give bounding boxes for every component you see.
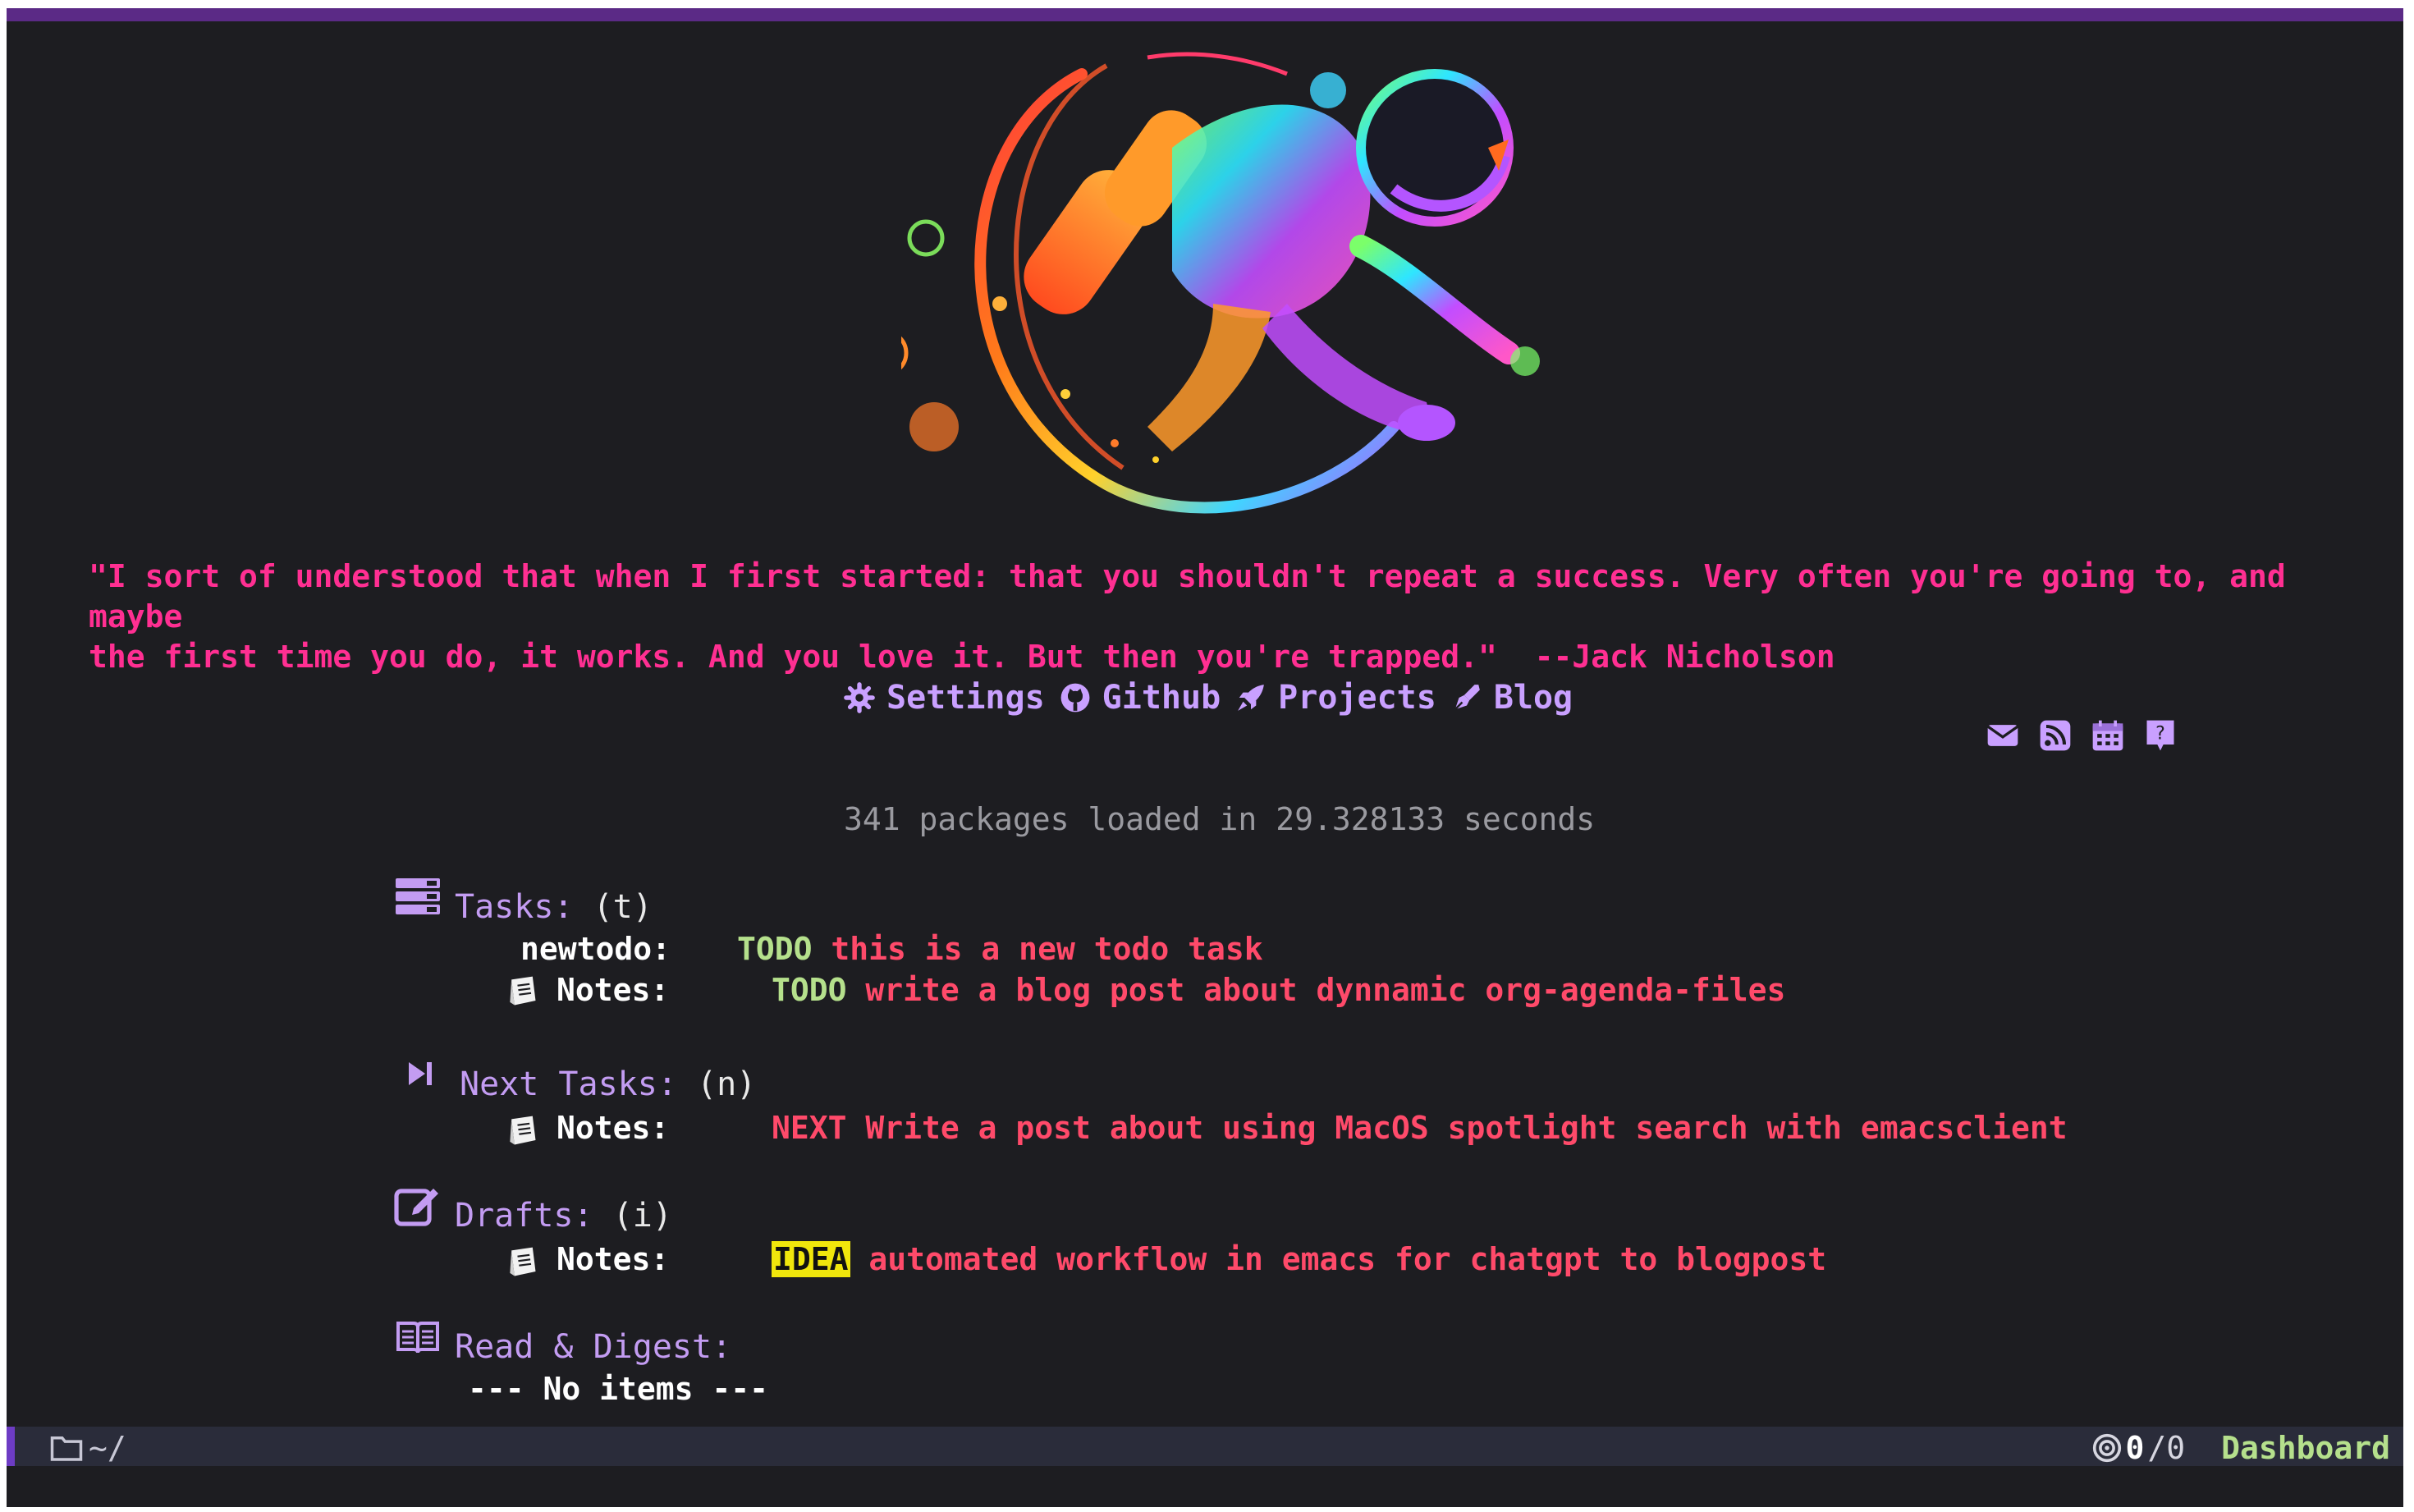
settings-link[interactable]: Settings xyxy=(844,679,1045,717)
edit-note-icon xyxy=(394,1189,438,1226)
notes-row-label: Notes: xyxy=(557,972,670,1008)
projects-label: Projects xyxy=(1278,679,1436,717)
spiral-icon xyxy=(2093,1433,2122,1463)
emacs-window: "I sort of understood that when I first … xyxy=(7,8,2403,1507)
agenda-item-text: this is a new todo task xyxy=(831,931,1263,967)
next-keyword: NEXT xyxy=(772,1110,847,1146)
calendar-icon[interactable] xyxy=(2090,717,2126,754)
astronaut-banner-image xyxy=(901,52,1540,514)
tasks-section-heading[interactable]: Tasks: (t) xyxy=(455,888,653,926)
read-digest-section-heading[interactable]: Read & Digest: xyxy=(455,1328,731,1366)
idea-keyword: IDEA xyxy=(772,1241,850,1277)
buffer-name[interactable]: Dashboard xyxy=(2221,1430,2390,1466)
task-row-label: newtodo: xyxy=(520,931,671,967)
notebook-icon xyxy=(510,1247,536,1276)
read-digest-title: Read & Digest: xyxy=(455,1328,732,1366)
gear-icon xyxy=(844,682,875,713)
agenda-item-text: write a blog post about dynnamic org-age… xyxy=(865,972,1786,1008)
rss-icon[interactable] xyxy=(2037,717,2073,754)
folder-icon xyxy=(50,1436,83,1461)
notes-row-label: Notes: xyxy=(557,1241,670,1277)
todo-keyword: TODO xyxy=(772,972,847,1008)
agenda-item-text: Write a post about using MacOS spotlight… xyxy=(865,1110,2068,1146)
projects-link[interactable]: Projects xyxy=(1235,679,1436,717)
quote-line-1: "I sort of understood that when I first … xyxy=(89,558,2305,635)
dashboard-navigator: Settings Github Projects Blog xyxy=(844,675,1573,721)
drafts-title: Drafts: xyxy=(455,1197,593,1235)
notebook-icon xyxy=(510,976,536,1006)
search-count: 0/0 xyxy=(2092,1430,2185,1466)
current-directory: ~/ xyxy=(89,1430,126,1466)
agenda-item[interactable]: TODO write a blog post about dynnamic or… xyxy=(772,972,1785,1008)
blog-label: Blog xyxy=(1493,679,1573,717)
tasks-shortcut-key: (t) xyxy=(593,888,653,926)
pen-nib-icon xyxy=(1454,685,1480,711)
blog-link[interactable]: Blog xyxy=(1451,679,1573,717)
agenda-item[interactable]: NEXT Write a post about using MacOS spot… xyxy=(772,1110,2068,1146)
window-top-border xyxy=(7,8,2403,21)
next-tasks-section-heading[interactable]: Next Tasks: (n) xyxy=(460,1065,756,1103)
mode-line: ~/ 0/0 Dashboard xyxy=(7,1427,2403,1466)
init-info: 341 packages loaded in 29.328133 seconds xyxy=(844,801,1596,837)
settings-label: Settings xyxy=(886,679,1045,717)
open-book-icon xyxy=(396,1322,439,1354)
agenda-item-text: automated workflow in emacs for chatgpt … xyxy=(868,1241,1827,1277)
search-count-total: /0 xyxy=(2147,1430,2186,1466)
notes-row-label: Notes: xyxy=(557,1110,670,1146)
next-tasks-title: Next Tasks: xyxy=(460,1065,677,1103)
help-icon[interactable]: ? xyxy=(2142,717,2178,754)
mail-icon[interactable] xyxy=(1985,717,2021,754)
mode-line-right: 0/0 Dashboard xyxy=(2092,1430,2390,1466)
quick-icons: ? xyxy=(1985,717,2178,754)
agenda-item[interactable]: TODO this is a new todo task xyxy=(737,931,1263,967)
agenda-item[interactable]: IDEA automated workflow in emacs for cha… xyxy=(772,1241,1826,1277)
mode-line-active-marker xyxy=(7,1427,15,1466)
mode-line-path[interactable]: ~/ xyxy=(49,1430,126,1466)
no-items-message: --- No items --- xyxy=(468,1371,769,1407)
todo-keyword: TODO xyxy=(737,931,813,967)
tasks-list-icon xyxy=(396,878,440,914)
github-label: Github xyxy=(1102,679,1221,717)
skip-next-icon xyxy=(409,1062,432,1085)
svg-text:?: ? xyxy=(2155,724,2165,745)
quote-line-2: the first time you do, it works. And you… xyxy=(89,639,1835,675)
next-tasks-shortcut-key: (n) xyxy=(697,1065,757,1103)
dashboard-quote: "I sort of understood that when I first … xyxy=(89,557,2354,677)
github-icon xyxy=(1060,683,1090,712)
drafts-shortcut-key: (i) xyxy=(612,1197,672,1235)
github-link[interactable]: Github xyxy=(1060,679,1221,717)
drafts-section-heading[interactable]: Drafts: (i) xyxy=(455,1197,672,1235)
tasks-title: Tasks: xyxy=(455,888,574,926)
notebook-icon xyxy=(510,1116,536,1145)
search-count-current: 0 xyxy=(2125,1430,2145,1466)
rocket-icon xyxy=(1238,685,1264,711)
